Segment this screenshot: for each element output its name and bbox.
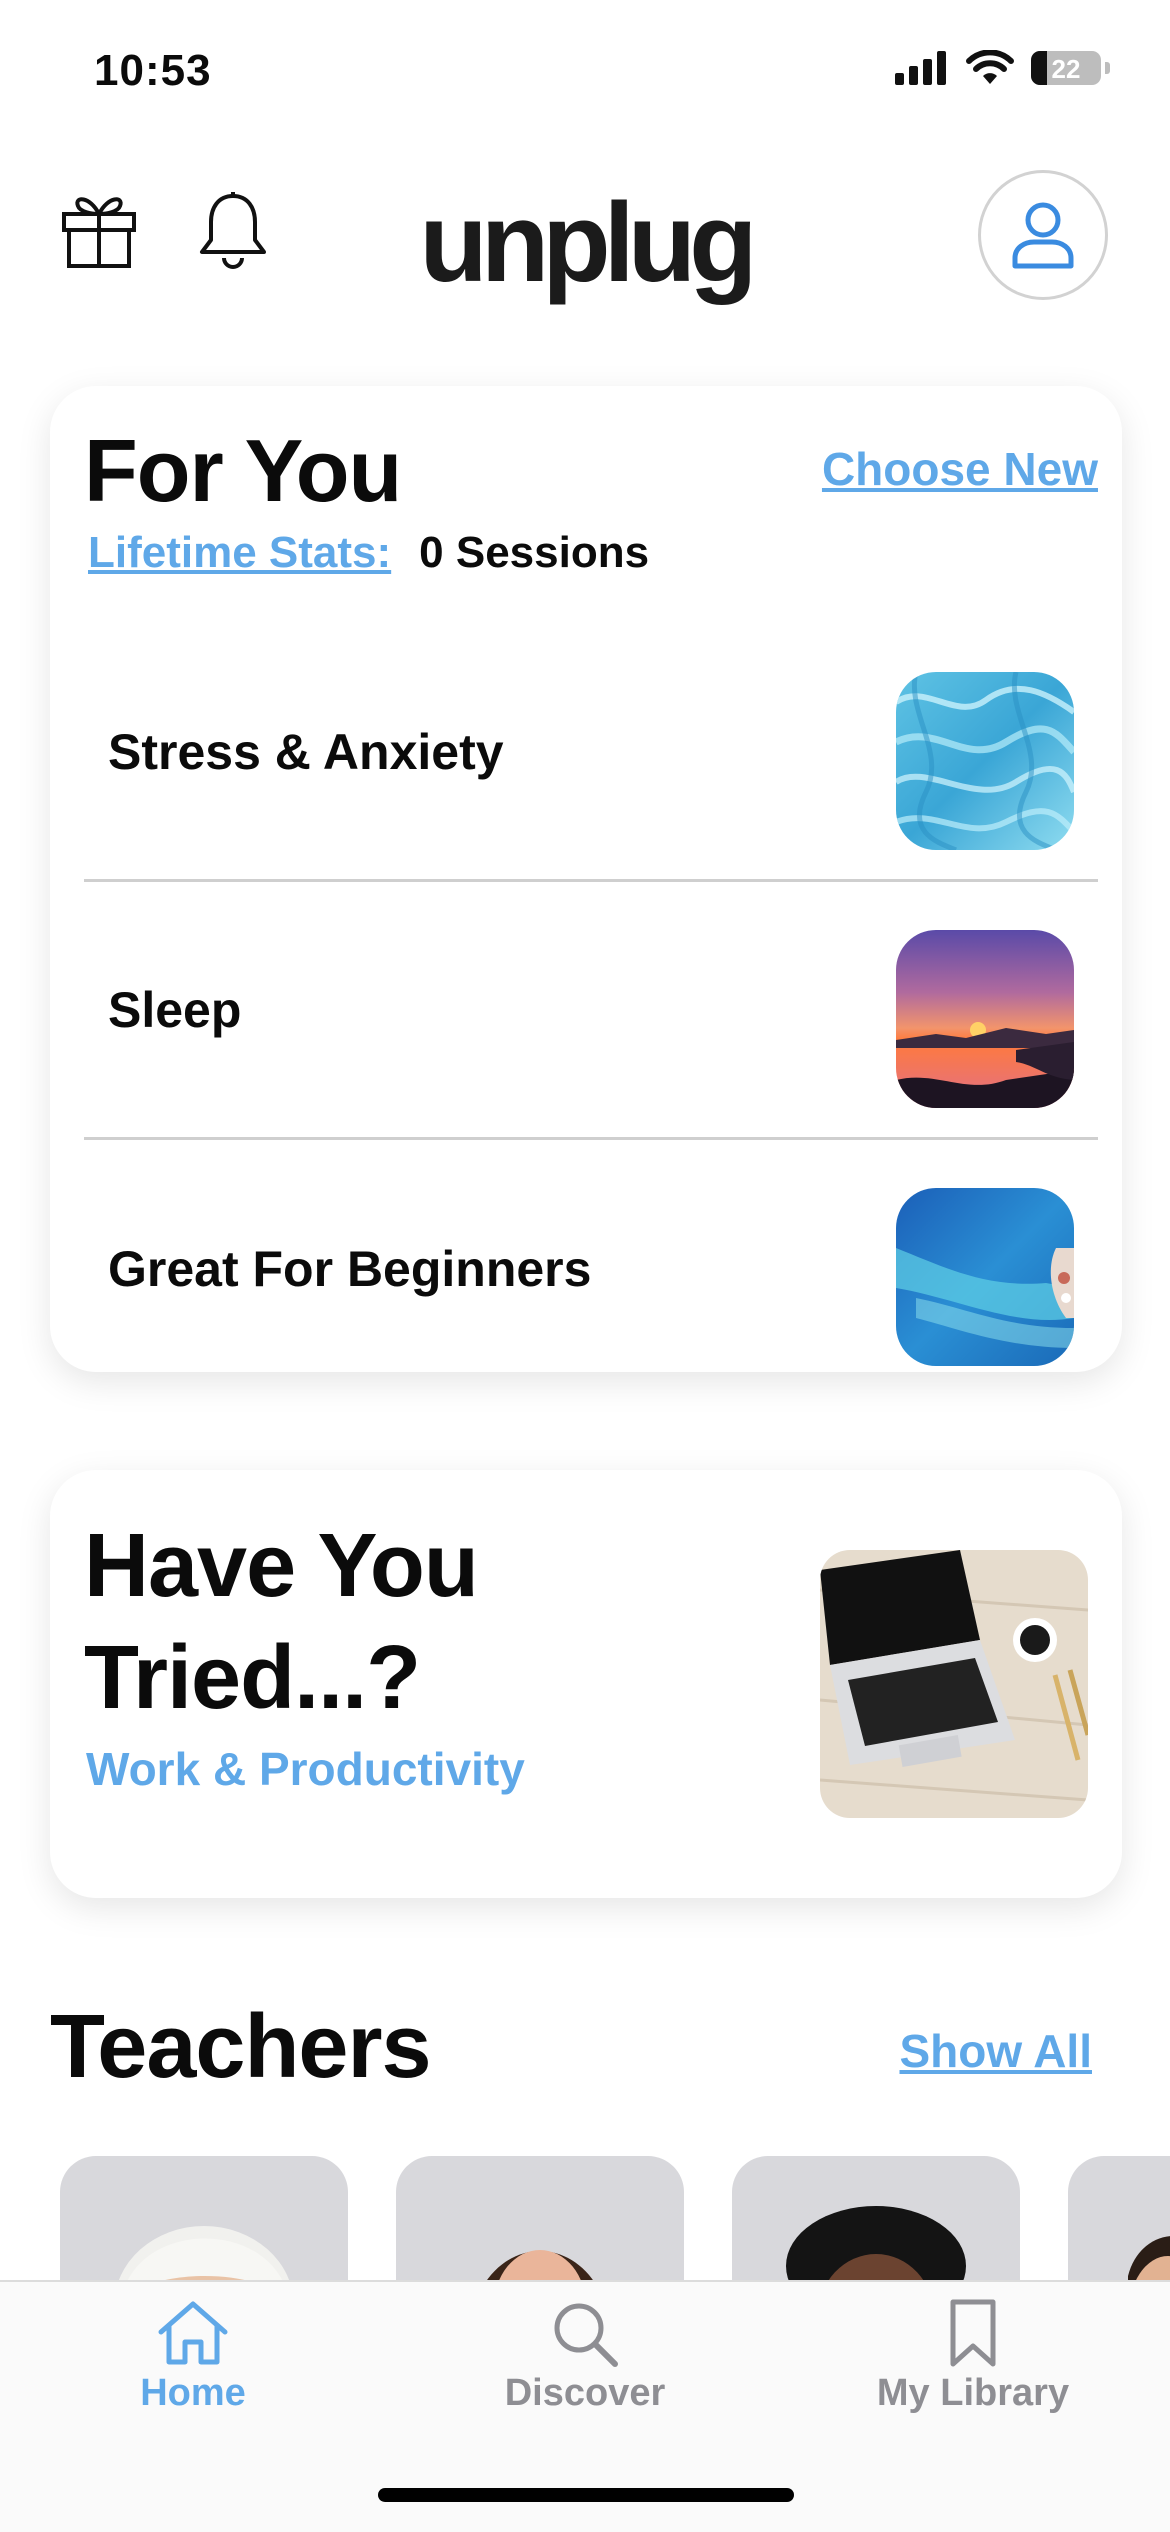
water-ripples-image (896, 672, 1074, 850)
status-icons: 22 (895, 50, 1110, 86)
tab-my-library[interactable]: My Library (843, 2298, 1103, 2415)
search-icon (554, 2303, 618, 2367)
app-header: unplug (0, 160, 1170, 310)
choose-new-link[interactable]: Choose New (822, 442, 1098, 496)
status-time: 10:53 (94, 46, 212, 95)
have-you-tried-card[interactable]: Have You Tried...? Work & Productivity (50, 1470, 1122, 1898)
list-item-great-for-beginners[interactable]: Great For Beginners (84, 1140, 1098, 1398)
sunset-lake-image (896, 930, 1074, 1108)
list-item-label: Sleep (108, 981, 242, 1038)
profile-button[interactable] (978, 170, 1108, 300)
for-you-list: Stress & Anxiety Sleep Great For Beginne… (84, 624, 1098, 1398)
home-icon (158, 2301, 228, 2365)
battery-indicator: 22 (1031, 51, 1101, 85)
list-item-label: Great For Beginners (108, 1241, 592, 1297)
tab-label: Discover (504, 2372, 666, 2414)
user-icon (1012, 202, 1074, 269)
battery-level: 22 (1051, 54, 1081, 84)
laptop-desk-image (820, 1550, 1088, 1818)
wifi-icon (966, 50, 1014, 84)
tab-discover[interactable]: Discover (455, 2298, 715, 2415)
list-item-stress-anxiety[interactable]: Stress & Anxiety (84, 624, 1098, 882)
lifetime-stats-link[interactable]: Lifetime Stats: (88, 528, 391, 578)
list-item-label: Stress & Anxiety (108, 723, 504, 780)
status-bar: 10:53 22 (0, 0, 1170, 150)
teachers-title: Teachers (50, 1997, 432, 2097)
ocean-aerial-image (896, 1188, 1074, 1366)
for-you-card: For You Choose New Lifetime Stats: 0 Ses… (50, 386, 1122, 1372)
have-you-tried-subtitle[interactable]: Work & Productivity (86, 1742, 525, 1796)
tab-label: My Library (876, 2372, 1070, 2414)
cellular-signal-icon (895, 51, 946, 85)
tab-home[interactable]: Home (63, 2298, 323, 2415)
lifetime-stats: Lifetime Stats: 0 Sessions (88, 528, 649, 578)
have-you-tried-title: Have You Tried...? (84, 1516, 479, 1728)
home-screen: 10:53 22 unplug For You Choose New Lifet… (0, 0, 1170, 2532)
list-item-sleep[interactable]: Sleep (84, 882, 1098, 1140)
for-you-title: For You (84, 421, 402, 520)
show-all-link[interactable]: Show All (899, 2024, 1092, 2078)
bookmark-icon (950, 2299, 996, 2367)
tab-label: Home (140, 2372, 246, 2414)
home-indicator (378, 2488, 794, 2502)
sessions-count: 0 Sessions (419, 528, 650, 577)
